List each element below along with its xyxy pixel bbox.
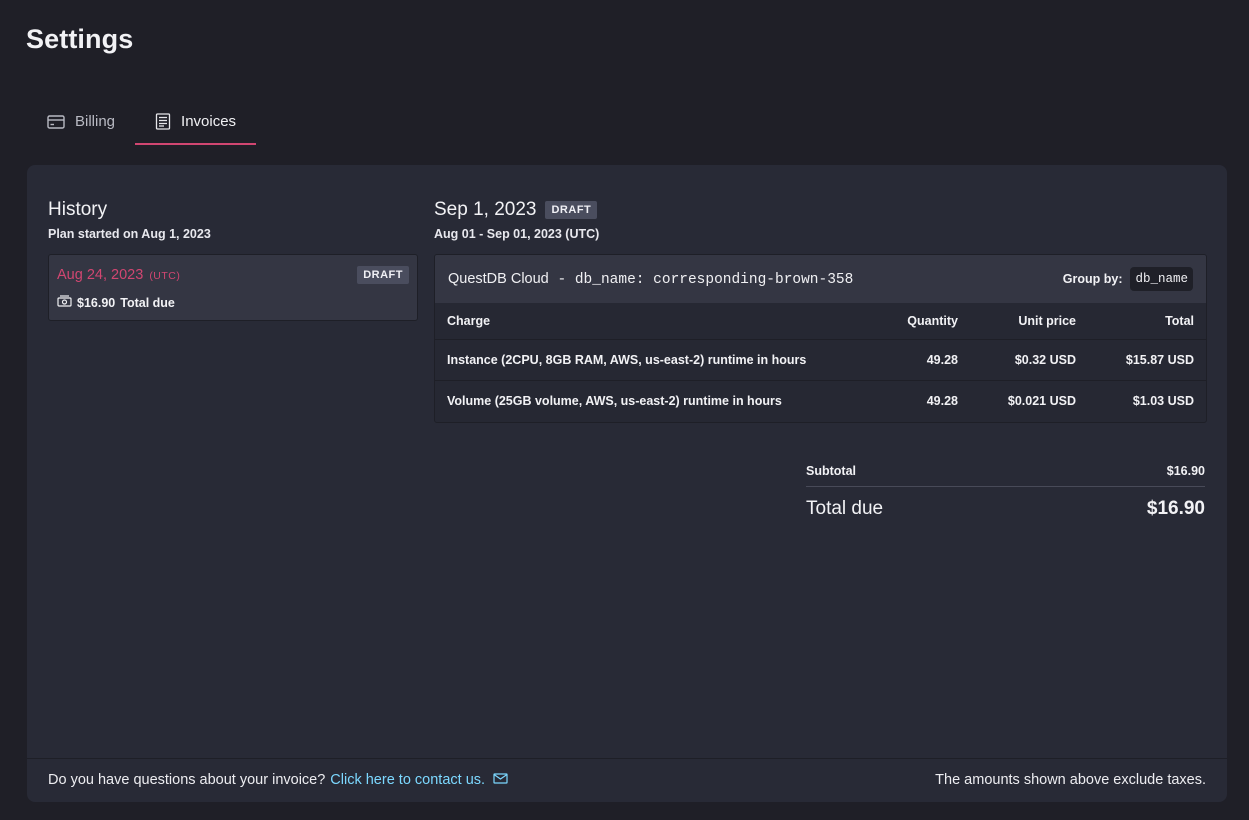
invoice-summary: Subtotal $16.90 Total due $16.90	[806, 455, 1205, 531]
subtotal-row: Subtotal $16.90	[806, 455, 1205, 487]
total-due-label: Total due	[806, 498, 884, 519]
column-header-quantity: Quantity	[907, 314, 958, 328]
settings-tabs: Billing Invoices	[27, 100, 257, 145]
row-charge: Volume (25GB volume, AWS, us-east-2) run…	[447, 394, 782, 408]
contact-text: Do you have questions about your invoice…	[48, 772, 508, 788]
invoice-title: Sep 1, 2023 DRAFT	[434, 199, 598, 221]
credit-card-icon	[47, 114, 65, 129]
history-item-date: Aug 24, 2023 (UTC)	[57, 267, 180, 283]
invoice-icon	[155, 113, 171, 130]
history-item-date-text: Aug 24, 2023	[57, 267, 144, 283]
history-item-amount-label: Total due	[120, 295, 175, 310]
db-name-label: - db_name: corresponding-brown-358	[557, 272, 854, 288]
tab-invoices[interactable]: Invoices	[135, 100, 257, 145]
column-header-charge: Charge	[447, 314, 491, 328]
row-quantity: 49.28	[926, 394, 958, 408]
charges-table: QuestDB Cloud - db_name: corresponding-b…	[434, 254, 1207, 423]
row-total: $1.03 USD	[1132, 394, 1194, 408]
group-by: Group by: db_name	[1063, 267, 1193, 291]
total-due-row: Total due $16.90	[806, 487, 1205, 531]
table-row: Volume (25GB volume, AWS, us-east-2) run…	[435, 380, 1206, 421]
invoice-status-badge: DRAFT	[545, 201, 598, 219]
history-item-tz: (UTC)	[149, 270, 181, 282]
product-name: QuestDB Cloud	[448, 271, 549, 287]
tab-billing-label: Billing	[75, 113, 116, 130]
tab-billing[interactable]: Billing	[27, 100, 135, 145]
history-item-aug-24[interactable]: Aug 24, 2023 (UTC) DRAFT $16.90 Total du…	[48, 254, 418, 321]
invoice-period: Aug 01 - Sep 01, 2023 (UTC)	[434, 227, 600, 241]
row-total: $15.87 USD	[1125, 353, 1194, 367]
invoice-date: Sep 1, 2023	[434, 199, 537, 220]
row-unit-price: $0.32 USD	[1014, 353, 1076, 367]
tab-invoices-label: Invoices	[181, 113, 237, 130]
group-by-label: Group by:	[1062, 272, 1123, 286]
plan-started-text: Plan started on Aug 1, 2023	[48, 227, 211, 241]
table-row: Instance (2CPU, 8GB RAM, AWS, us-east-2)…	[435, 339, 1206, 380]
row-charge: Instance (2CPU, 8GB RAM, AWS, us-east-2)…	[447, 353, 807, 367]
group-by-select[interactable]: db_name	[1130, 267, 1193, 291]
footer-question: Do you have questions about your invoice…	[48, 772, 326, 788]
column-header-unit-price: Unit price	[1018, 314, 1076, 328]
history-item-amount: $16.90	[77, 295, 116, 310]
table-column-headers: Charge Quantity Unit price Total	[435, 303, 1206, 339]
subtotal-value: $16.90	[1166, 464, 1205, 478]
page-title: Settings	[26, 24, 134, 54]
money-icon	[57, 295, 72, 310]
invoices-panel: History Plan started on Aug 1, 2023 Aug …	[27, 165, 1227, 802]
row-quantity: 49.28	[926, 353, 958, 367]
history-item-total: $16.90 Total due	[57, 295, 175, 310]
tax-note: The amounts shown above exclude taxes.	[935, 772, 1206, 788]
charges-table-header: QuestDB Cloud - db_name: corresponding-b…	[435, 255, 1206, 303]
mail-icon[interactable]	[493, 772, 508, 788]
column-header-total: Total	[1165, 314, 1194, 328]
subtotal-label: Subtotal	[806, 464, 856, 478]
contact-link[interactable]: Click here to contact us.	[330, 772, 485, 788]
total-due-value: $16.90	[1146, 498, 1205, 519]
row-unit-price: $0.021 USD	[1007, 394, 1076, 408]
history-title: History	[48, 199, 108, 220]
database-name: QuestDB Cloud - db_name: corresponding-b…	[448, 271, 853, 288]
panel-footer: Do you have questions about your invoice…	[27, 758, 1227, 802]
status-badge: DRAFT	[357, 266, 409, 284]
